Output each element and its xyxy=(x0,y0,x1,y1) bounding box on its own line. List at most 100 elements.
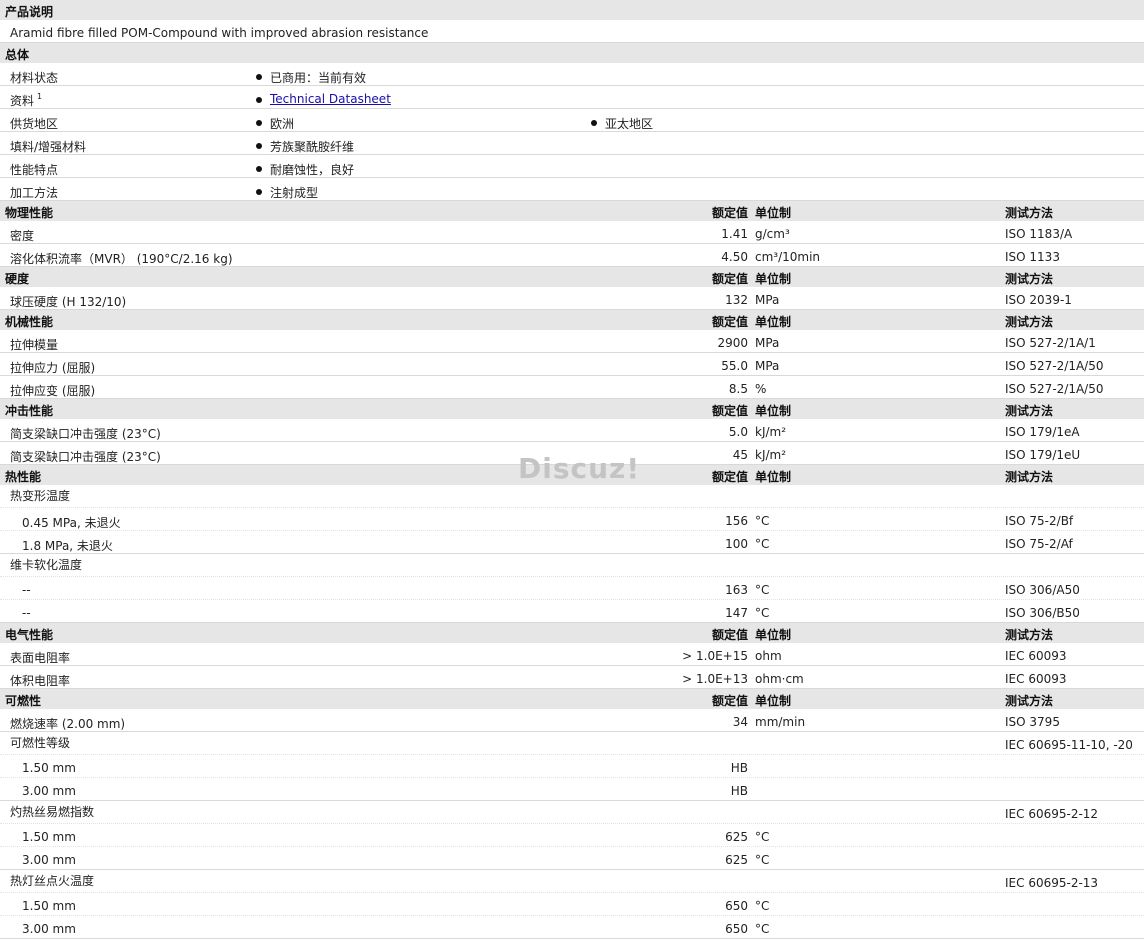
property-label: -- xyxy=(22,583,31,597)
property-unit: °C xyxy=(755,899,770,913)
bullet-icon xyxy=(256,97,262,103)
property-row: 表面电阻率 > 1.0E+15 ohm IEC 60093 xyxy=(0,643,1144,666)
property-row: -- 147 °C ISO 306/B50 xyxy=(0,600,1144,623)
property-label: 体积电阻率 xyxy=(10,674,71,688)
test-method: ISO 1183/A xyxy=(1005,227,1073,241)
property-unit: cm³/10min xyxy=(755,250,821,264)
general-row: 材料状态 已商用：当前有效 xyxy=(0,63,1144,86)
property-unit: MPa xyxy=(755,359,780,373)
general-label: 资料 1 xyxy=(10,92,43,108)
property-unit: °C xyxy=(755,606,770,620)
property-value: 4.50 xyxy=(721,250,748,264)
property-row: 1.50 mm 650 °C xyxy=(0,893,1144,916)
property-label: 密度 xyxy=(10,229,35,243)
property-value: HB xyxy=(730,784,748,798)
property-group-row: 可燃性等级 IEC 60695-11-10, -20 xyxy=(0,732,1144,755)
property-value: > 1.0E+15 xyxy=(682,649,748,663)
column-header-value: 额定值 xyxy=(711,404,748,418)
property-row: 溶化体积流率（MVR） (190°C/2.16 kg) 4.50 cm³/10min… xyxy=(0,244,1144,267)
property-label: 拉伸应力 (屈服) xyxy=(10,361,96,375)
description-text: Aramid fibre filled POM-Compound with im… xyxy=(10,26,429,40)
section-header: 机械性能 额定值 单位制 测试方法 xyxy=(0,310,1144,330)
property-row: 1.8 MPa, 未退火 100 °C ISO 75-2/Af xyxy=(0,531,1144,554)
column-header-value: 额定值 xyxy=(711,206,748,220)
bullet-icon xyxy=(256,166,262,172)
property-row: 拉伸应变 (屈服) 8.5% ISO 527-2/1A/50 xyxy=(0,376,1144,399)
property-unit: °C xyxy=(755,830,770,844)
general-row: 填料/增强材料 芳族聚酰胺纤维 xyxy=(0,132,1144,155)
property-value: 100 xyxy=(725,537,748,551)
test-method: ISO 3795 xyxy=(1005,715,1060,729)
column-header-unit: 单位制 xyxy=(755,470,792,484)
test-method: ISO 306/B50 xyxy=(1005,606,1080,620)
property-value: 8.5 xyxy=(728,382,748,396)
section-header: 可燃性 额定值 单位制 测试方法 xyxy=(0,689,1144,709)
general-value: 欧洲 xyxy=(270,117,295,131)
property-label: 表面电阻率 xyxy=(10,651,71,665)
property-value: 625 xyxy=(725,830,748,844)
test-method: IEC 60695-11-10, -20 xyxy=(1005,738,1133,752)
property-value: 650 xyxy=(725,922,748,936)
property-row: 燃烧速率 (2.00 mm) 34 mm/min ISO 3795 xyxy=(0,709,1144,732)
property-group-row: 热灯丝点火温度 IEC 60695-2-13 xyxy=(0,870,1144,893)
property-unit: °C xyxy=(755,537,770,551)
property-group-row: 维卡软化温度 xyxy=(0,554,1144,577)
general-value: 耐磨蚀性，良好 xyxy=(270,163,355,177)
test-method: IEC 60093 xyxy=(1005,672,1067,686)
description-row: Aramid fibre filled POM-Compound with im… xyxy=(0,20,1144,43)
section-title: 硬度 xyxy=(5,272,30,286)
general-row: 资料 1 Technical Datasheet xyxy=(0,86,1144,109)
general-label: 填料/增强材料 xyxy=(10,140,87,154)
property-unit: ohm·cm xyxy=(755,672,804,686)
property-value: 163 xyxy=(725,583,748,597)
property-label: 拉伸模量 xyxy=(10,338,59,352)
general-value: 已商用：当前有效 xyxy=(270,71,367,85)
property-row: 1.50 mm 625 °C xyxy=(0,824,1144,847)
property-row: 1.50 mm HB xyxy=(0,755,1144,778)
bullet-icon xyxy=(591,120,597,126)
column-header-value: 额定值 xyxy=(711,470,748,484)
general-label: 材料状态 xyxy=(10,71,59,85)
property-unit: °C xyxy=(755,583,770,597)
column-header-unit: 单位制 xyxy=(755,272,792,286)
test-method: ISO 527-2/1A/50 xyxy=(1005,359,1104,373)
property-value: 147 xyxy=(725,606,748,620)
column-header-method: 测试方法 xyxy=(1005,470,1054,484)
test-method: ISO 306/A50 xyxy=(1005,583,1080,597)
property-row: 3.00 mm 650 °C xyxy=(0,916,1144,939)
property-unit: ohm xyxy=(755,649,782,663)
property-value: 45 xyxy=(732,448,748,462)
property-value: > 1.0E+13 xyxy=(682,672,748,686)
test-method: ISO 75-2/Bf xyxy=(1005,514,1074,528)
column-header-unit: 单位制 xyxy=(755,404,792,418)
technical-datasheet-link[interactable]: Technical Datasheet xyxy=(270,92,391,106)
property-label: 灼热丝易燃指数 xyxy=(10,805,95,819)
property-value: 34 xyxy=(732,715,748,729)
property-label: 3.00 mm xyxy=(22,853,76,867)
section-header: 冲击性能 额定值 单位制 测试方法 xyxy=(0,399,1144,419)
test-method: ISO 179/1eA xyxy=(1005,425,1080,439)
property-value: HB xyxy=(730,761,748,775)
property-unit: % xyxy=(755,382,767,396)
general-row: 加工方法 注射成型 xyxy=(0,178,1144,201)
section-header: 硬度 额定值 单位制 测试方法 xyxy=(0,267,1144,287)
property-row: 密度 1.41 g/cm³ ISO 1183/A xyxy=(0,221,1144,244)
footnote-marker: 1 xyxy=(37,92,43,101)
property-row: 拉伸应力 (屈服) 55.0 MPa ISO 527-2/1A/50 xyxy=(0,353,1144,376)
column-header-method: 测试方法 xyxy=(1005,272,1054,286)
section-title: 物理性能 xyxy=(5,206,54,220)
bullet-icon xyxy=(256,143,262,149)
test-method: ISO 1133 xyxy=(1005,250,1060,264)
property-row: 3.00 mm HB xyxy=(0,778,1144,801)
section-header: 总体 xyxy=(0,43,1144,63)
property-label: 球压硬度 (H 132/10) xyxy=(10,295,127,309)
property-group-row: 灼热丝易燃指数 IEC 60695-2-12 xyxy=(0,801,1144,824)
bullet-icon xyxy=(256,74,262,80)
property-row: 简支梁缺口冲击强度 (23°C) 5.0 kJ/m² ISO 179/1eA xyxy=(0,419,1144,442)
watermark: Discuz! xyxy=(518,452,641,485)
section-header: 电气性能 额定值 单位制 测试方法 xyxy=(0,623,1144,643)
column-header-value: 额定值 xyxy=(711,272,748,286)
column-header-method: 测试方法 xyxy=(1005,404,1054,418)
property-unit: kJ/m² xyxy=(755,448,787,462)
section-title: 产品说明 xyxy=(5,5,54,19)
